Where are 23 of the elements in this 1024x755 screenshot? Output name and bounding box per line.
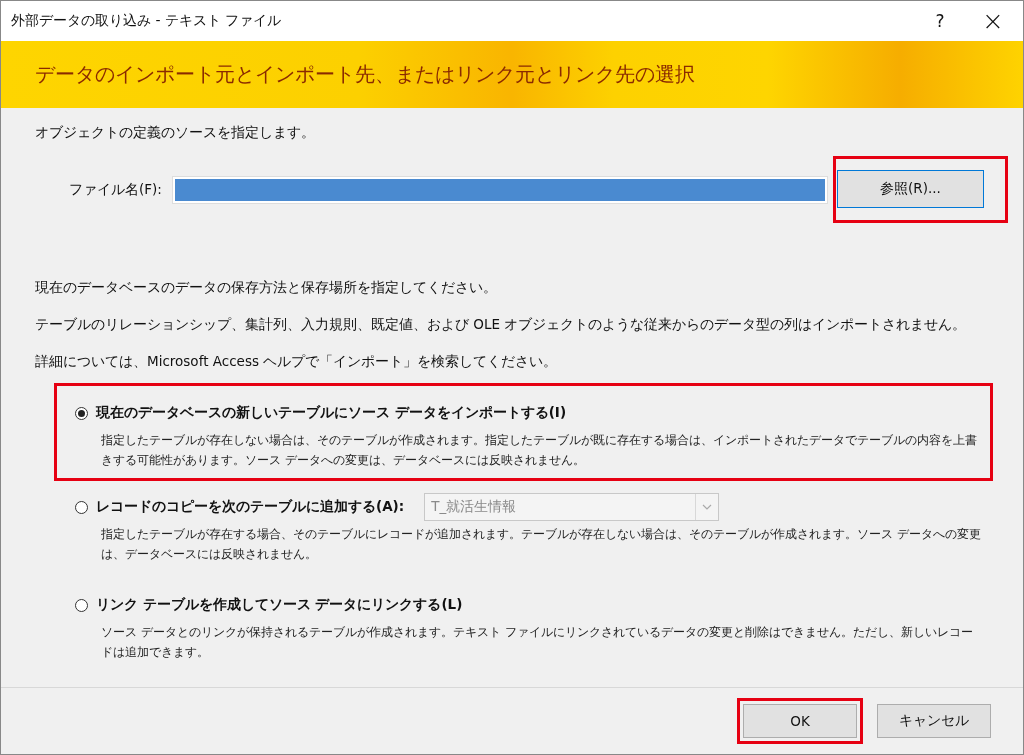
browse-button[interactable]: 参照(R)... — [837, 170, 984, 208]
option-description: 指定したテーブルが存在する場合、そのテーブルにレコードが追加されます。テーブルが存在しない場合は、そのテーブルが作成されます。ソース データへの変更は、データベースには反映されません。 — [101, 526, 981, 563]
chevron-down-icon — [702, 504, 713, 510]
radio-label[interactable]: レコードのコピーを次のテーブルに追加する(A): — [96, 498, 405, 516]
window-title: 外部データの取り込み - テキスト ファイル — [11, 11, 283, 30]
radio-button[interactable] — [75, 598, 88, 612]
instruction-text: オブジェクトの定義のソースを指定します。 — [34, 124, 316, 142]
help-button[interactable]: ? — [917, 1, 963, 40]
dialog-button[interactable]: キャンセル — [877, 704, 991, 738]
info-text: 現在のデータベースのデータの保存方法と保存場所を指定してください。 — [34, 279, 498, 297]
radio-button[interactable] — [75, 500, 88, 514]
radio-label[interactable]: リンク テーブルを作成してソース データにリンクする(L) — [96, 596, 463, 614]
info-text: テーブルのリレーションシップ、集計列、入力規則、既定値、および OLE オブジェクトのような従来からのデータ型の列はインポートされません。 — [34, 316, 968, 334]
info-text: 詳細については、Microsoft Access ヘルプで「インポート」を検索してください。 — [34, 353, 559, 371]
close-button[interactable]: × — [963, 1, 1023, 40]
file-name-label: ファイル名(F): — [69, 180, 163, 199]
radio-button[interactable] — [75, 406, 88, 420]
file-name-field[interactable] — [172, 175, 828, 204]
dialog-button[interactable]: OK — [743, 704, 857, 738]
banner-title: データのインポート元とインポート先、またはリンク元とリンク先の選択 — [35, 61, 695, 88]
option-description: ソース データとのリンクが保持されるテーブルが作成されます。テキスト ファイルにリンクされているデータの変更と削除はできません。ただし、新しいレコードは追加できます。 — [101, 624, 974, 661]
option-description: 指定したテーブルが存在しない場合は、そのテーブルが作成されます。指定したテーブルが既に存在する場合は、インポートされたデータでテーブルの内容を上書きする可能性があります。ソース データへの変更は、データベースには反映されません。 — [101, 432, 978, 469]
radio-label[interactable]: 現在のデータベースの新しいテーブルにソース データをインポートする(I) — [96, 404, 567, 422]
